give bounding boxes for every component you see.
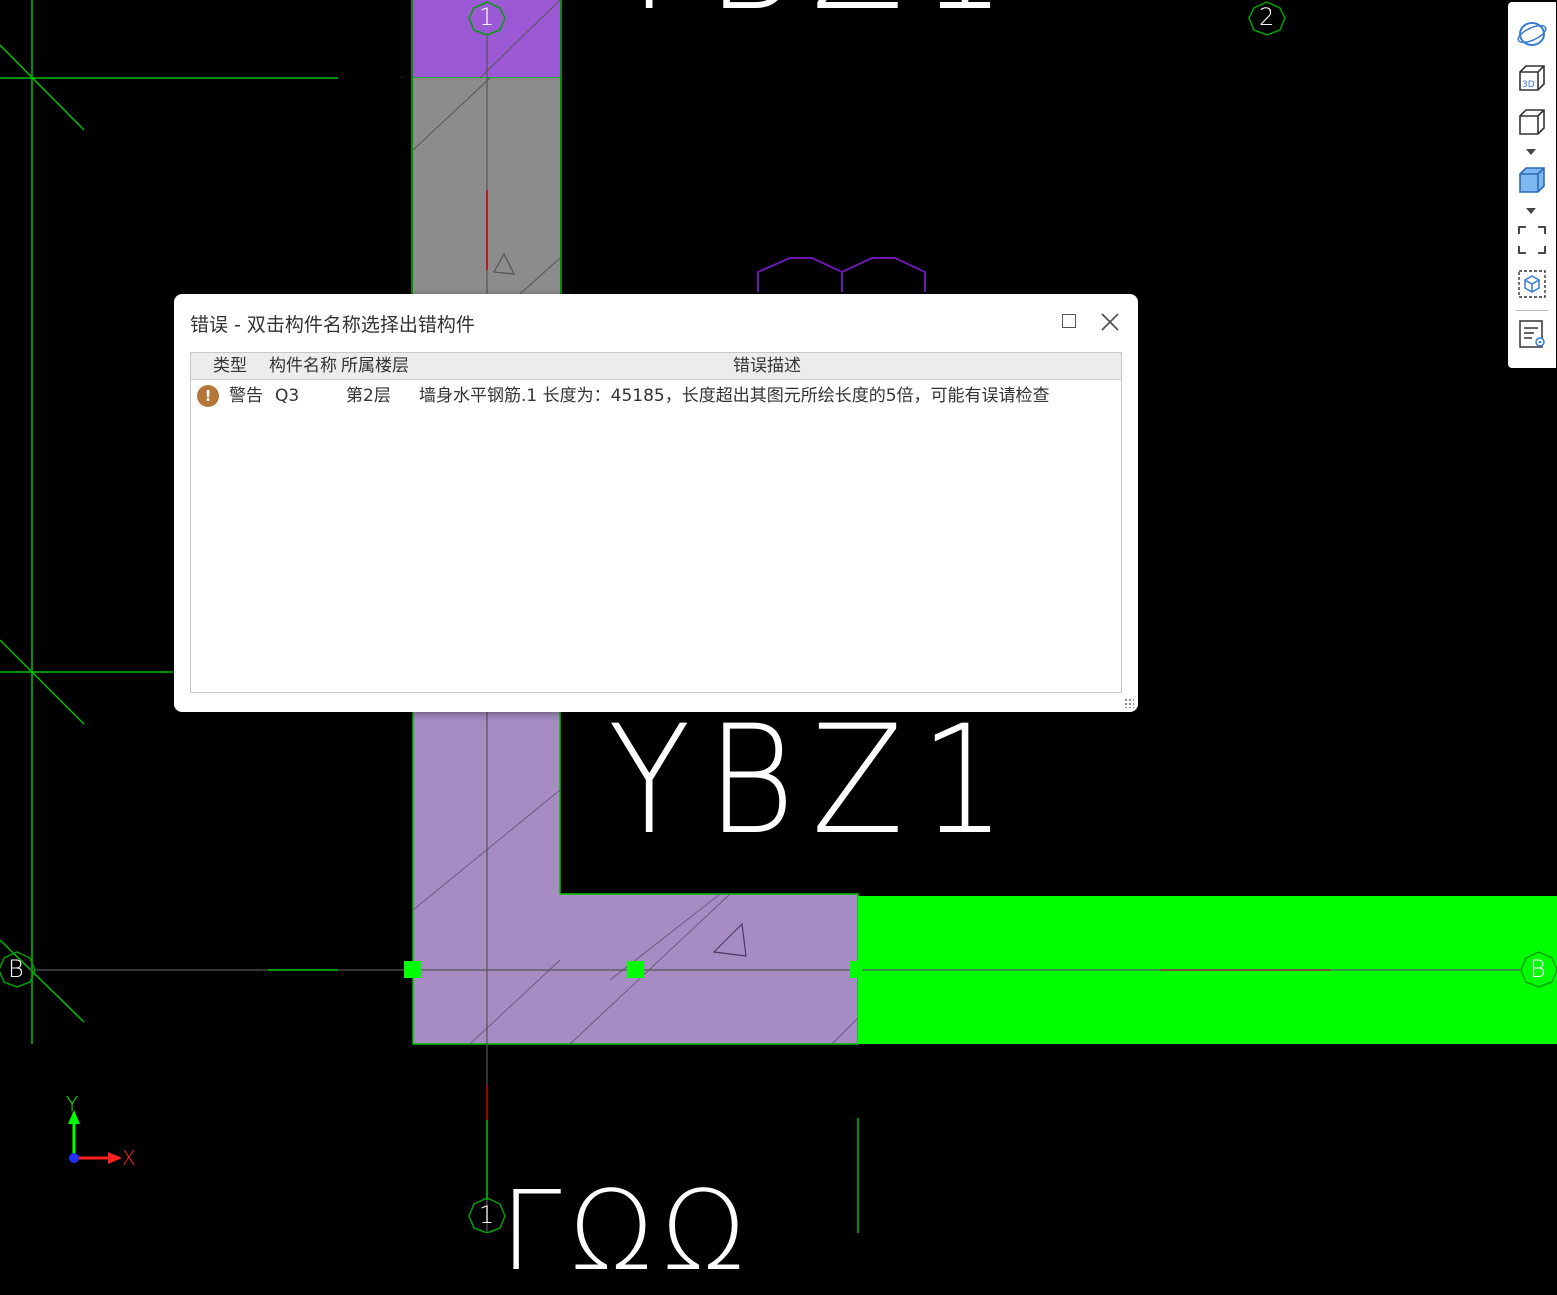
column-header-floor[interactable]: 所属楼层 [341,353,415,379]
grip-right[interactable] [850,961,862,978]
axis-label-top-2: 2 [1259,3,1275,31]
view-toolbar: 3D [1508,2,1556,368]
chevron-down-icon[interactable] [1526,149,1536,155]
column-header-name[interactable]: 构件名称 [269,353,341,379]
solid-cube-icon[interactable] [1514,162,1550,198]
error-dialog: 错误 - 双击构件名称选择出错构件 类型 构件名称 所属楼层 错误描述 ! 警告… [174,294,1138,712]
close-button[interactable] [1098,310,1122,334]
cell-floor: 第2层 [346,386,391,406]
table-header: 类型 构件名称 所属楼层 错误描述 [191,353,1121,380]
coord-y-label: Y [66,1092,79,1116]
cell-name[interactable]: Q3 [275,381,299,411]
resize-grip[interactable] [1124,698,1134,708]
orbit-icon[interactable] [1514,16,1550,52]
wireframe-cube-icon[interactable] [1514,104,1550,140]
3d-view-icon[interactable]: 3D [1514,60,1550,96]
axis-label-left-b: B [8,955,24,983]
column-header-type[interactable]: 类型 [197,353,263,379]
axis-label-bottom-1: 1 [479,1201,495,1229]
error-table: 类型 构件名称 所属楼层 错误描述 ! 警告 Q3 第2层 墙身水平钢筋.1 长… [190,352,1122,693]
svg-text:3D: 3D [1522,80,1535,90]
axis-label-top-1: 1 [479,3,495,31]
selection-box-icon[interactable] [1514,266,1550,302]
cell-type: 警告 [229,386,263,406]
grip-mid[interactable] [627,961,644,978]
component-label-mid: YBZ1 [608,694,1023,868]
display-settings-icon[interactable] [1514,316,1550,352]
column-header-desc[interactable]: 错误描述 [415,353,1119,379]
fit-view-icon[interactable] [1514,222,1550,258]
dialog-title: 错误 - 双击构件名称选择出错构件 [190,314,475,336]
chevron-down-icon[interactable] [1526,208,1536,214]
warning-icon: ! [197,385,219,407]
close-icon [1101,313,1119,331]
maximize-button[interactable] [1062,314,1076,328]
grip-left[interactable] [404,961,421,978]
table-row[interactable]: ! 警告 Q3 第2层 墙身水平钢筋.1 长度为：45185，长度超出其图元所绘… [191,381,1121,411]
component-label-bottom: ΓΩΩ [500,1167,754,1295]
cell-desc: 墙身水平钢筋.1 长度为：45185，长度超出其图元所绘长度的5倍，可能有误请检… [419,386,1050,406]
coord-x-label: X [122,1146,136,1170]
axis-label-right-b: B [1530,955,1546,983]
component-label-top: YBZ1 [608,0,1022,32]
